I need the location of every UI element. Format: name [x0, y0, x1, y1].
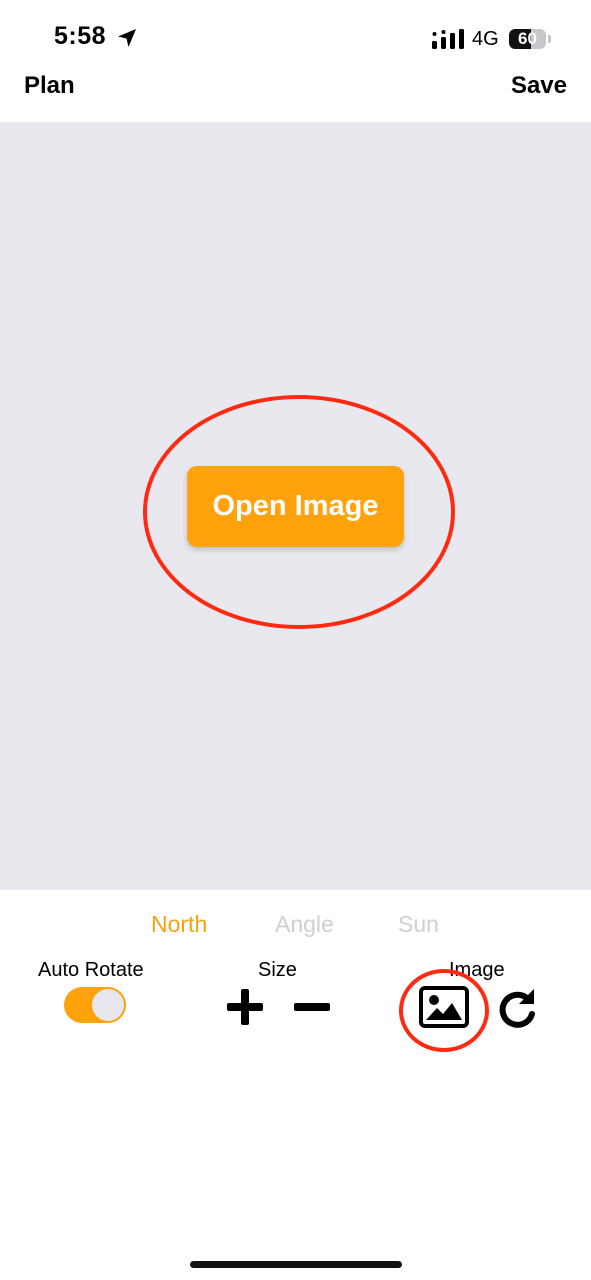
- size-label: Size: [258, 959, 297, 981]
- segment-sun[interactable]: Sun: [398, 911, 439, 938]
- image-icon[interactable]: [419, 986, 469, 1028]
- status-bar: 5:58 4G 60: [0, 0, 591, 70]
- image-canvas[interactable]: Open Image: [0, 122, 591, 890]
- location-arrow-icon: [118, 29, 136, 47]
- toggle-knob: [92, 989, 124, 1021]
- segment-north[interactable]: North: [151, 911, 207, 938]
- battery-level: 60: [518, 29, 537, 48]
- status-time: 5:58: [54, 22, 107, 50]
- save-button[interactable]: Save: [511, 72, 567, 100]
- open-image-button[interactable]: Open Image: [187, 466, 404, 547]
- auto-rotate-toggle[interactable]: [64, 987, 126, 1023]
- auto-rotate-label: Auto Rotate: [38, 959, 144, 981]
- rotate-icon[interactable]: [497, 987, 539, 1029]
- nav-bar: Plan Save: [0, 70, 591, 122]
- bottom-panel: North Angle Sun Auto Rotate Size Image: [0, 890, 591, 1280]
- plus-icon[interactable]: [226, 988, 264, 1026]
- home-indicator: [190, 1261, 402, 1268]
- network-label: 4G: [472, 28, 499, 50]
- minus-icon[interactable]: [293, 988, 331, 1026]
- image-label: Image: [449, 959, 505, 981]
- plan-button[interactable]: Plan: [24, 72, 75, 100]
- battery-icon: 60: [509, 29, 551, 49]
- segment-angle[interactable]: Angle: [275, 911, 334, 938]
- signal-icon: [432, 29, 464, 49]
